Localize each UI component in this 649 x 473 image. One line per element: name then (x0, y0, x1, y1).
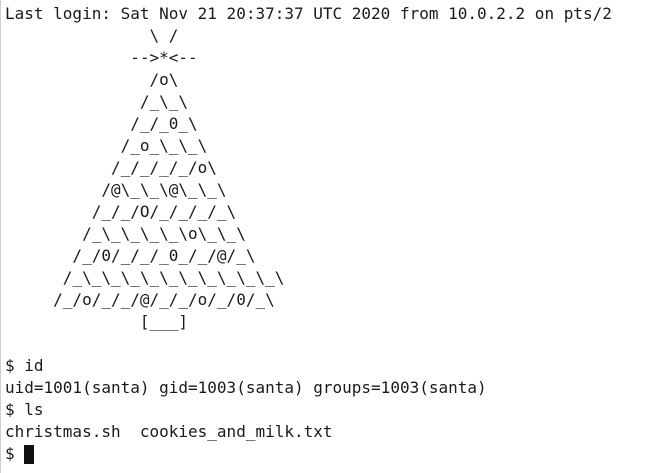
tree-line: /_/_/O/_/_/_/_\ (5, 202, 237, 221)
tree-line: \ / (5, 26, 179, 45)
output-id: uid=1001(santa) gid=1003(santa) groups=1… (5, 378, 487, 397)
tree-line: /_\_\_\_\_\_\_\_\_\_\_\ (5, 268, 285, 287)
tree-line: -->*<-- (5, 48, 198, 67)
terminal-window[interactable]: Last login: Sat Nov 21 20:37:37 UTC 2020… (0, 0, 649, 473)
tree-line: /_\_\ (5, 92, 189, 111)
tree-line: [___] (5, 312, 189, 331)
tree-line: /_/o/_/_/@/_/_/o/_/0/_\ (5, 290, 275, 309)
command-ls: $ ls (5, 400, 44, 419)
active-prompt-line[interactable]: $ (5, 443, 649, 465)
last-login-line: Last login: Sat Nov 21 20:37:37 UTC 2020… (5, 4, 612, 23)
tree-line: /_o_\_\_\ (5, 136, 208, 155)
tree-line: /@\_\_\@\_\_\ (5, 180, 227, 199)
output-ls: christmas.sh cookies_and_milk.txt (5, 422, 333, 441)
tree-line: /_\_\_\_\_\o\_\_\ (5, 224, 246, 243)
tree-line: /_/_/_/_/o\ (5, 158, 217, 177)
tree-line: /_/_0_\ (5, 114, 198, 133)
text-cursor[interactable] (24, 444, 35, 464)
christmas-tree-ascii-art: \ / -->*<-- /o\ /_\_\ /_/_0_\ /_o_\_\_\ … (5, 25, 649, 333)
tree-line: /_/0/_/_/_0_/_/@/_\ (5, 246, 256, 265)
tree-line: /o\ (5, 70, 179, 89)
command-id: $ id (5, 356, 44, 375)
prompt-symbol: $ (5, 444, 25, 463)
